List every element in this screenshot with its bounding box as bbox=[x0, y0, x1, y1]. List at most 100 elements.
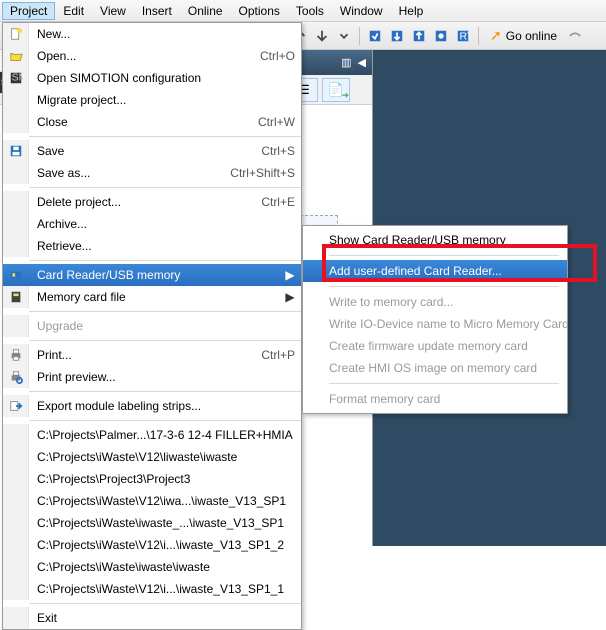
submenu-item: Create firmware update memory card bbox=[303, 335, 567, 357]
panel-header-arrow[interactable]: ◀ bbox=[358, 56, 366, 69]
submenu-arrow-icon: ▶ bbox=[285, 268, 295, 282]
menubar-item-project[interactable]: Project bbox=[2, 2, 55, 20]
menu-item-shortcut: Ctrl+P bbox=[249, 348, 295, 362]
menu-item-label: New... bbox=[29, 27, 295, 41]
menubar-item-help[interactable]: Help bbox=[391, 2, 432, 20]
menu-item-shortcut: Ctrl+W bbox=[246, 115, 295, 129]
menu-item-shortcut: Ctrl+S bbox=[249, 144, 295, 158]
menu-item-label: C:\Projects\iWaste\iwaste_...\iwaste_V13… bbox=[29, 516, 295, 530]
card-icon bbox=[3, 264, 29, 286]
simotion-icon: SM bbox=[3, 67, 29, 89]
menu-item[interactable]: New... bbox=[3, 23, 301, 45]
menu-item[interactable]: Delete project...Ctrl+E bbox=[3, 191, 301, 213]
menu-item-label: Migrate project... bbox=[29, 93, 295, 107]
menu-separator bbox=[29, 391, 301, 392]
menu-separator bbox=[329, 255, 559, 256]
menu-item[interactable]: Export module labeling strips... bbox=[3, 395, 301, 417]
menu-item-label: Save bbox=[29, 144, 249, 158]
blank-icon bbox=[3, 213, 29, 235]
menu-item-label: Export module labeling strips... bbox=[29, 399, 295, 413]
menu-item[interactable]: SM Open SIMOTION configuration bbox=[3, 67, 301, 89]
submenu-item-label: Write IO-Device name to Micro Memory Car… bbox=[329, 317, 569, 331]
menu-item[interactable]: C:\Projects\iWaste\V12\i...\iwaste_V13_S… bbox=[3, 578, 301, 600]
menu-item[interactable]: C:\Projects\iWaste\V12\liwaste\iwaste bbox=[3, 446, 301, 468]
menubar-item-options[interactable]: Options bbox=[231, 2, 288, 20]
card-reader-submenu: Show Card Reader/USB memory Add user-defi… bbox=[302, 225, 568, 414]
menu-item-shortcut: Ctrl+O bbox=[248, 49, 295, 63]
blank-icon bbox=[3, 468, 29, 490]
menu-item[interactable]: C:\Projects\iWaste\iwaste\iwaste bbox=[3, 556, 301, 578]
blank-icon bbox=[3, 578, 29, 600]
menu-item[interactable]: Open...Ctrl+O bbox=[3, 45, 301, 67]
blank-icon bbox=[3, 512, 29, 534]
menu-item[interactable]: Migrate project... bbox=[3, 89, 301, 111]
svg-text:SM: SM bbox=[11, 72, 22, 84]
menubar: ProjectEditViewInsertOnlineOptionsToolsW… bbox=[0, 0, 606, 22]
menubar-item-online[interactable]: Online bbox=[180, 2, 231, 20]
menu-item-shortcut: Ctrl+E bbox=[249, 195, 295, 209]
menu-separator bbox=[29, 187, 301, 188]
blank-icon bbox=[3, 556, 29, 578]
toolbar-button[interactable] bbox=[409, 26, 429, 46]
menu-item[interactable]: C:\Projects\Project3\Project3 bbox=[3, 468, 301, 490]
menubar-item-insert[interactable]: Insert bbox=[134, 2, 180, 20]
menu-item[interactable]: C:\Projects\iWaste\iwaste_...\iwaste_V13… bbox=[3, 512, 301, 534]
toolbar-button[interactable] bbox=[365, 26, 385, 46]
menu-item[interactable]: Memory card file▶ bbox=[3, 286, 301, 308]
menu-item-label: Open SIMOTION configuration bbox=[29, 71, 295, 85]
menubar-item-edit[interactable]: Edit bbox=[55, 2, 92, 20]
menu-item[interactable]: Retrieve... bbox=[3, 235, 301, 257]
toolbar-button[interactable] bbox=[431, 26, 451, 46]
submenu-item[interactable]: Add user-defined Card Reader... bbox=[303, 260, 567, 282]
menu-item[interactable]: Print...Ctrl+P bbox=[3, 344, 301, 366]
menu-item-label: Print... bbox=[29, 348, 249, 362]
menu-item[interactable]: SaveCtrl+S bbox=[3, 140, 301, 162]
submenu-item: Write IO-Device name to Micro Memory Car… bbox=[303, 313, 567, 335]
menubar-item-window[interactable]: Window bbox=[332, 2, 391, 20]
submenu-arrow-icon: ▶ bbox=[285, 290, 295, 304]
menu-item-label: Print preview... bbox=[29, 370, 295, 384]
toolbar-button[interactable] bbox=[312, 26, 332, 46]
toolbar-dropdown[interactable] bbox=[334, 26, 354, 46]
blank-icon bbox=[3, 607, 29, 629]
menu-item[interactable]: Exit bbox=[3, 607, 301, 629]
go-online-button[interactable]: ➚ Go online bbox=[484, 27, 563, 44]
menu-item-label: C:\Projects\iWaste\V12\i...\iwaste_V13_S… bbox=[29, 538, 295, 552]
submenu-item: Format memory card bbox=[303, 388, 567, 410]
menubar-item-view[interactable]: View bbox=[92, 2, 134, 20]
svg-text:RT: RT bbox=[460, 30, 471, 42]
menu-item-label: C:\Projects\iWaste\V12\i...\iwaste_V13_S… bbox=[29, 582, 295, 596]
inner-toolbar-button[interactable]: 📄➜ bbox=[322, 78, 350, 102]
project-menu: New... Open...Ctrl+O SM Open SIMOTION confi… bbox=[2, 22, 302, 630]
printprev-icon bbox=[3, 366, 29, 388]
menu-item[interactable]: C:\Projects\Palmer...\17-3-6 12-4 FILLER… bbox=[3, 424, 301, 446]
menu-item-label: Retrieve... bbox=[29, 239, 295, 253]
go-online-icon: ➚ bbox=[490, 27, 502, 44]
menu-separator bbox=[29, 420, 301, 421]
blank-icon bbox=[3, 191, 29, 213]
menu-separator bbox=[329, 286, 559, 287]
menu-item[interactable]: C:\Projects\iWaste\V12\iwa...\iwaste_V13… bbox=[3, 490, 301, 512]
new-icon bbox=[3, 23, 29, 45]
menu-item[interactable]: CloseCtrl+W bbox=[3, 111, 301, 133]
menu-separator bbox=[29, 603, 301, 604]
menu-item[interactable]: C:\Projects\iWaste\V12\i...\iwaste_V13_S… bbox=[3, 534, 301, 556]
toolbar-button[interactable]: RT bbox=[453, 26, 473, 46]
menubar-item-tools[interactable]: Tools bbox=[288, 2, 332, 20]
submenu-item[interactable]: Show Card Reader/USB memory bbox=[303, 229, 567, 251]
submenu-item: Create HMI OS image on memory card bbox=[303, 357, 567, 379]
panel-header-icon[interactable]: ▥ bbox=[341, 56, 351, 69]
menu-separator bbox=[29, 260, 301, 261]
blank-icon bbox=[3, 235, 29, 257]
menu-item[interactable]: Card Reader/USB memory▶ bbox=[3, 264, 301, 286]
go-offline-button[interactable] bbox=[565, 26, 585, 46]
go-online-label: Go online bbox=[506, 29, 557, 43]
menu-item[interactable]: Print preview... bbox=[3, 366, 301, 388]
menu-item-shortcut: Ctrl+Shift+S bbox=[218, 166, 295, 180]
menu-item[interactable]: Archive... bbox=[3, 213, 301, 235]
menu-item-label: C:\Projects\Project3\Project3 bbox=[29, 472, 295, 486]
menu-item[interactable]: Save as...Ctrl+Shift+S bbox=[3, 162, 301, 184]
menu-separator bbox=[29, 311, 301, 312]
submenu-item-label: Create firmware update memory card bbox=[329, 339, 557, 353]
toolbar-button[interactable] bbox=[387, 26, 407, 46]
